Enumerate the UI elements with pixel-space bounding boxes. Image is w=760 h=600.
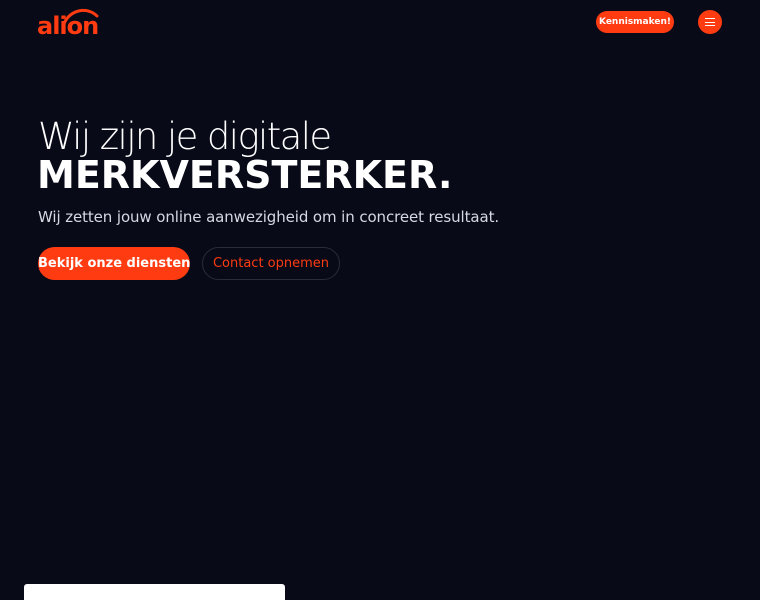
hero-subtitle: Wij zetten jouw online aanwezigheid om i… [38,208,500,226]
logo[interactable]: alion [37,6,103,40]
bottom-card[interactable] [24,584,285,600]
page: alion Kennismaken! Wij zijn je digitale … [0,0,760,600]
services-button[interactable]: Bekijk onze diensten [38,247,190,280]
contact-button[interactable]: Contact opnemen [202,247,340,280]
logo-text: alion [37,12,99,40]
menu-button[interactable] [698,10,722,34]
hamburger-icon [705,18,715,27]
hero-heading-bold: MERKVERSTERKER. [37,153,453,197]
kennismaken-button[interactable]: Kennismaken! [596,11,674,33]
